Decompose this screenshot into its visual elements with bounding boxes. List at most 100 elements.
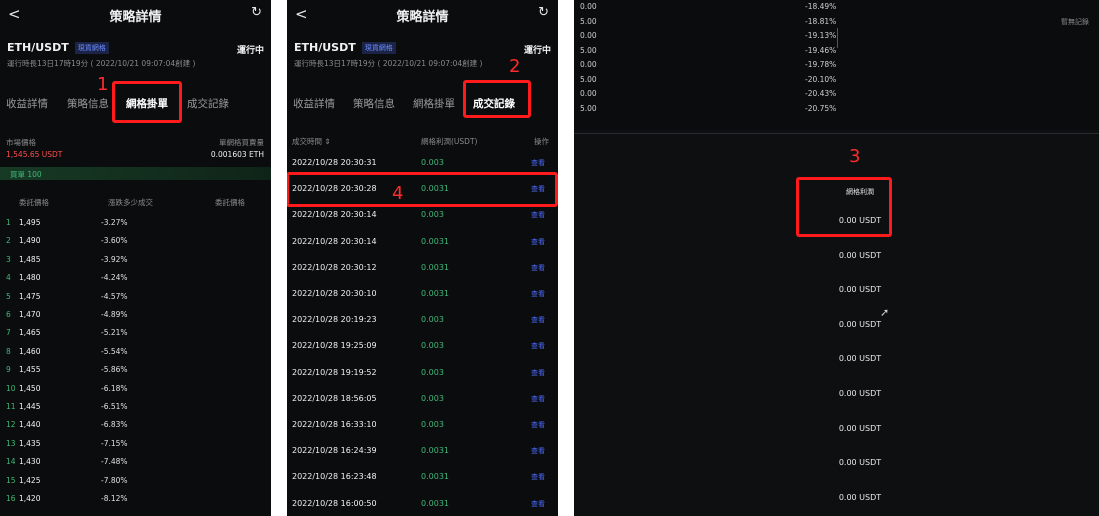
trade-time: 2022/10/28 20:30:31 [292,158,377,167]
trade-row: 2022/10/28 20:30:12 0.0031 查看 [287,263,558,289]
order-idx: 16 [6,494,16,503]
grid-percent: -20.10% [805,74,837,84]
pair-title: ETH/USDT 現貨網格 [294,41,396,54]
col-grid-profit: 網格利潤(USDT) [421,137,478,146]
order-pct: -3.60% [101,236,128,246]
amount-value: 0.001603 ETH [210,150,264,159]
order-idx: 9 [6,365,11,375]
view-link[interactable]: 查看 [531,210,545,220]
trade-profit: 0.003 [421,210,444,220]
order-price: 1,455 [19,365,41,375]
order-price: 1,435 [19,438,41,448]
order-row: 16 1,420 -8.12% [0,494,271,510]
col-order-price-sell: 委託價格 [215,198,245,207]
order-row: 13 1,435 -7.15% [0,439,271,455]
view-link[interactable]: 查看 [531,446,545,456]
order-idx: 2 [6,236,11,246]
order-price: 1,460 [19,346,41,356]
trade-time: 2022/10/28 16:00:50 [292,498,377,508]
order-idx: 13 [6,438,16,448]
status-label: 運行中 [523,46,551,56]
header: < 策略詳情 ↻ [287,0,558,30]
refresh-icon[interactable]: ↻ [251,5,262,20]
grid-percent: -19.46% [805,45,837,55]
refresh-icon[interactable]: ↻ [538,5,549,20]
order-pct: -7.48% [101,457,128,467]
order-price: 1,450 [19,383,41,393]
trade-row: 2022/10/28 18:56:05 0.003 查看 [287,394,558,420]
grid-type-badge: 現貨網格 [361,42,396,54]
order-row: 7 1,465 -5.21% [0,328,271,344]
order-pct: -7.80% [101,475,128,485]
profit-value: 0.00 USDT [838,423,882,433]
trade-profit: 0.003 [421,158,444,167]
trade-row: 2022/10/28 19:25:09 0.003 查看 [287,341,558,367]
grid-value: 0.00 [580,31,597,40]
order-price: 1,490 [19,236,41,246]
tab-grid-orders[interactable]: 網格掛單 [413,96,455,111]
view-link[interactable]: 查看 [531,263,545,273]
trade-row: 2022/10/28 20:30:14 0.0031 查看 [287,237,558,263]
order-idx: 6 [6,310,11,319]
profit-detail-panel: 0.00 -18.49% 5.00 -18.81% 0.00 -19.13% 5.00 -19… [574,0,1099,516]
trade-time: 2022/10/28 20:30:10 [292,289,377,298]
highlight-box-4 [287,172,558,207]
view-link[interactable]: 查看 [531,237,545,247]
order-pct: -5.21% [101,328,128,338]
trade-profit: 0.003 [421,341,444,351]
trade-profit: 0.003 [421,315,444,325]
col-order-price: 委託價格 [19,198,49,207]
runtime-text: 運行時長13日17時19分 ( 2022/10/21 09:07:04創建 ) [294,59,483,68]
trade-row: 2022/10/28 16:33:10 0.003 查看 [287,420,558,446]
trade-profit: 0.003 [421,420,444,429]
order-price: 1,465 [19,328,41,338]
view-link[interactable]: 查看 [531,368,545,378]
trade-time: 2022/10/28 19:25:09 [292,341,377,351]
order-idx: 8 [6,346,11,356]
view-link[interactable]: 查看 [531,472,545,482]
view-link[interactable]: 查看 [531,499,545,509]
tab-earnings[interactable]: 收益詳情 [293,96,335,111]
order-row: 3 1,485 -3.92% [0,255,271,271]
trade-time: 2022/10/28 18:56:05 [292,393,377,403]
order-row: 11 1,445 -6.51% [0,402,271,418]
view-link[interactable]: 查看 [531,315,545,325]
trade-time: 2022/10/28 20:30:12 [292,262,377,272]
order-idx: 1 [6,218,11,227]
order-pct: -6.51% [101,402,128,411]
divider [574,133,1099,134]
order-idx: 10 [6,383,16,393]
trade-profit: 0.0031 [421,472,449,482]
trade-row: 2022/10/28 20:30:14 0.003 查看 [287,210,558,236]
view-link[interactable]: 查看 [531,341,545,351]
tab-trade-records[interactable]: 成交記錄 [187,96,229,111]
tab-strategy-info[interactable]: 策略信息 [353,96,395,111]
highlight-box-1 [112,81,182,123]
trade-time: 2022/10/28 16:33:10 [292,420,377,429]
grid-percent: -19.78% [805,60,837,69]
view-link[interactable]: 查看 [531,394,545,404]
pair-label: ETH/USDT [7,41,69,54]
order-pct: -7.15% [101,438,128,448]
view-link[interactable]: 查看 [531,158,545,168]
order-pct: -8.12% [101,494,128,503]
tab-earnings[interactable]: 收益詳情 [6,96,48,111]
trade-profit: 0.0031 [421,289,449,298]
grid-value: 5.00 [580,45,597,55]
page-title: 策略詳情 [109,10,162,25]
tab-strategy-info[interactable]: 策略信息 [67,96,109,111]
grid-value: 0.00 [580,2,597,11]
buy-bar-label: 買單 100 [10,170,42,179]
header: < 策略詳情 ↻ [0,0,271,30]
trade-profit: 0.003 [421,367,444,377]
view-link[interactable]: 查看 [531,289,545,299]
trade-profit: 0.0031 [421,446,449,456]
trade-profit: 0.0031 [421,236,449,246]
grid-value: 5.00 [580,103,597,113]
view-link[interactable]: 查看 [531,420,545,430]
col-trade-time[interactable]: 成交時間 ⇕ [292,136,331,147]
runtime-text: 運行時長13日17時19分 ( 2022/10/21 09:07:04創建 ) [7,59,196,68]
trade-time: 2022/10/28 19:19:52 [292,367,377,377]
trade-records-panel: < 策略詳情 ↻ ETH/USDT 現貨網格 運行中 運行時長13日17時19分 … [287,0,558,516]
order-price: 1,485 [19,254,41,264]
